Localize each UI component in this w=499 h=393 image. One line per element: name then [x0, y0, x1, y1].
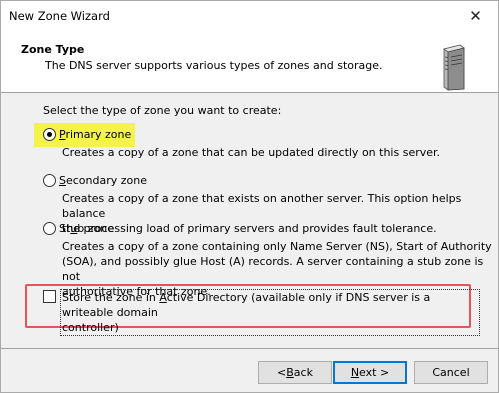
zone-type-prompt: Select the type of zone you want to crea… — [43, 104, 282, 117]
radio-label: Stub zone — [59, 222, 115, 235]
radio-button[interactable] — [43, 128, 56, 141]
primary-zone-description: Creates a copy of a zone that can be upd… — [62, 146, 441, 159]
radio-stub-zone[interactable]: Stub zone — [43, 222, 114, 235]
cancel-button[interactable]: Cancel — [414, 361, 488, 384]
next-button[interactable]: Next > — [333, 361, 407, 384]
window-title: New Zone Wizard — [9, 9, 110, 23]
radio-button[interactable] — [43, 222, 56, 235]
store-in-ad-checkbox-row[interactable]: Store the zone in Active Directory (avai… — [43, 289, 480, 336]
wizard-header: Zone Type The DNS server supports variou… — [1, 31, 498, 93]
radio-primary-zone[interactable]: Primary zone — [43, 128, 131, 141]
store-in-ad-label[interactable]: Store the zone in Active Directory (avai… — [60, 289, 480, 336]
page-subtitle: The DNS server supports various types of… — [45, 59, 383, 72]
server-icon — [443, 44, 465, 91]
store-in-ad-checkbox[interactable] — [43, 290, 56, 303]
close-icon[interactable]: ✕ — [453, 1, 498, 31]
secondary-zone-description: Creates a copy of a zone that exists on … — [62, 192, 462, 235]
back-button[interactable]: < Back — [258, 361, 332, 384]
radio-secondary-zone[interactable]: Secondary zone — [43, 174, 147, 187]
radio-label: Secondary zone — [59, 174, 147, 187]
new-zone-wizard-window: New Zone Wizard ✕ Zone Type The DNS serv… — [0, 0, 499, 393]
page-title: Zone Type — [21, 43, 85, 56]
radio-button[interactable] — [43, 174, 56, 187]
title-bar: New Zone Wizard ✕ — [1, 1, 498, 31]
radio-label: Primary zone — [59, 128, 132, 141]
wizard-body: Select the type of zone you want to crea… — [1, 94, 498, 348]
footer-divider — [1, 348, 498, 349]
